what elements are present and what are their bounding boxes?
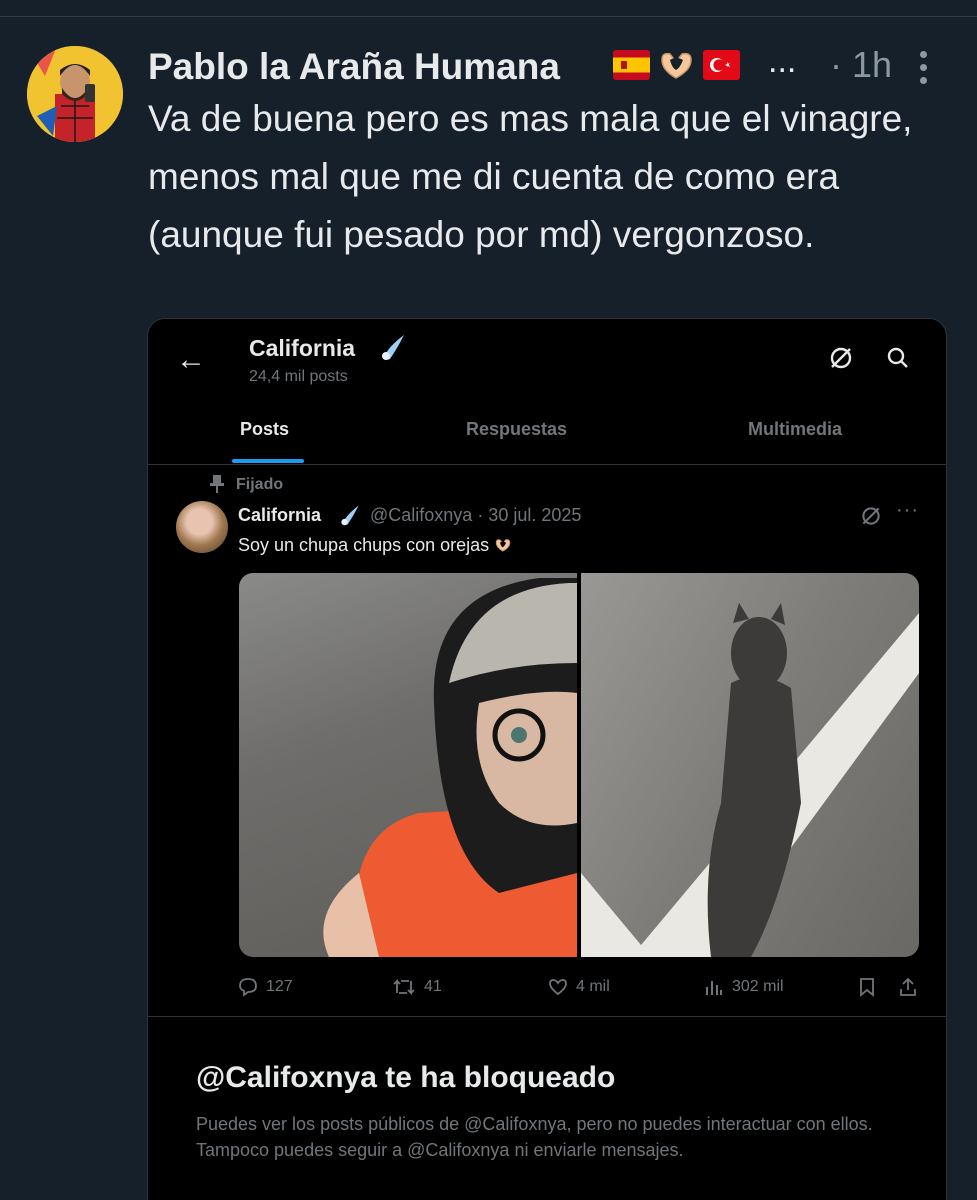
tweet-actions: 127 41 4 mil 302 mil xyxy=(148,969,946,1005)
heart-hands-icon xyxy=(495,539,511,552)
share-icon xyxy=(898,977,918,997)
tweet-media xyxy=(239,573,919,957)
spain-flag-icon xyxy=(613,50,650,80)
comet-badge-icon xyxy=(378,333,408,366)
bookmark-icon xyxy=(858,977,876,997)
search-icon xyxy=(885,345,911,371)
tweet-more-icon: ··· xyxy=(896,499,919,521)
back-arrow-icon: ← xyxy=(176,343,206,376)
post-header: Pablo la Araña Humana ... · 1h xyxy=(148,42,958,92)
views-icon xyxy=(706,981,722,995)
active-tab-indicator xyxy=(232,459,304,463)
post-text: Va de buena pero es mas mala que el vina… xyxy=(148,98,913,255)
heart-icon xyxy=(549,979,567,996)
tweet-handle-date: @Califoxnya · 30 jul. 2025 xyxy=(370,505,582,525)
reply-count: 127 xyxy=(266,978,293,995)
divider xyxy=(148,1016,946,1017)
views-action: 302 mil xyxy=(704,977,784,997)
helmet-selfie-photo xyxy=(239,573,577,957)
name-truncation: ... xyxy=(768,42,797,80)
tweet-author-name: California xyxy=(238,505,322,525)
pin-icon xyxy=(210,475,224,493)
post-time[interactable]: · 1h xyxy=(830,44,892,86)
pinned-label: Fijado xyxy=(236,476,284,493)
author-name[interactable]: Pablo la Araña Humana xyxy=(148,46,560,88)
repost-action: 41 xyxy=(392,977,442,997)
profile-tabs: Posts Respuestas Multimedia xyxy=(148,407,946,465)
post-count: 24,4 mil posts xyxy=(249,368,348,385)
repost-icon xyxy=(393,978,415,996)
tab-respuestas: Respuestas xyxy=(466,419,568,439)
tab-multimedia: Multimedia xyxy=(748,419,843,439)
view-count: 302 mil xyxy=(732,978,784,995)
comet-badge-icon xyxy=(338,504,362,531)
like-action: 4 mil xyxy=(548,977,610,997)
repost-count: 41 xyxy=(424,978,442,995)
reply-icon xyxy=(239,978,257,997)
turkey-flag-icon xyxy=(703,50,740,80)
blocked-description: Puedes ver los posts públicos de @Califo… xyxy=(196,1114,873,1160)
shadow-photo xyxy=(581,573,919,957)
flag-emojis xyxy=(613,50,740,80)
hidden-reply-icon xyxy=(860,505,882,527)
tweet-text: Soy un chupa chups con orejas xyxy=(238,535,512,556)
heart-hands-icon xyxy=(658,50,695,80)
more-options-icon[interactable] xyxy=(908,48,938,88)
top-divider xyxy=(0,16,977,17)
embedded-screenshot[interactable]: ← California 24,4 mil posts Posts Respue… xyxy=(147,318,947,1200)
author-avatar[interactable] xyxy=(27,46,123,142)
profile-name: California xyxy=(249,335,356,361)
blocked-title: @Califoxnya te ha bloqueado xyxy=(196,1061,616,1094)
tweet-avatar xyxy=(176,501,228,553)
like-count: 4 mil xyxy=(576,978,610,995)
reply-action: 127 xyxy=(238,977,293,997)
tab-posts: Posts xyxy=(240,419,290,439)
hidden-reply-icon xyxy=(828,345,854,371)
